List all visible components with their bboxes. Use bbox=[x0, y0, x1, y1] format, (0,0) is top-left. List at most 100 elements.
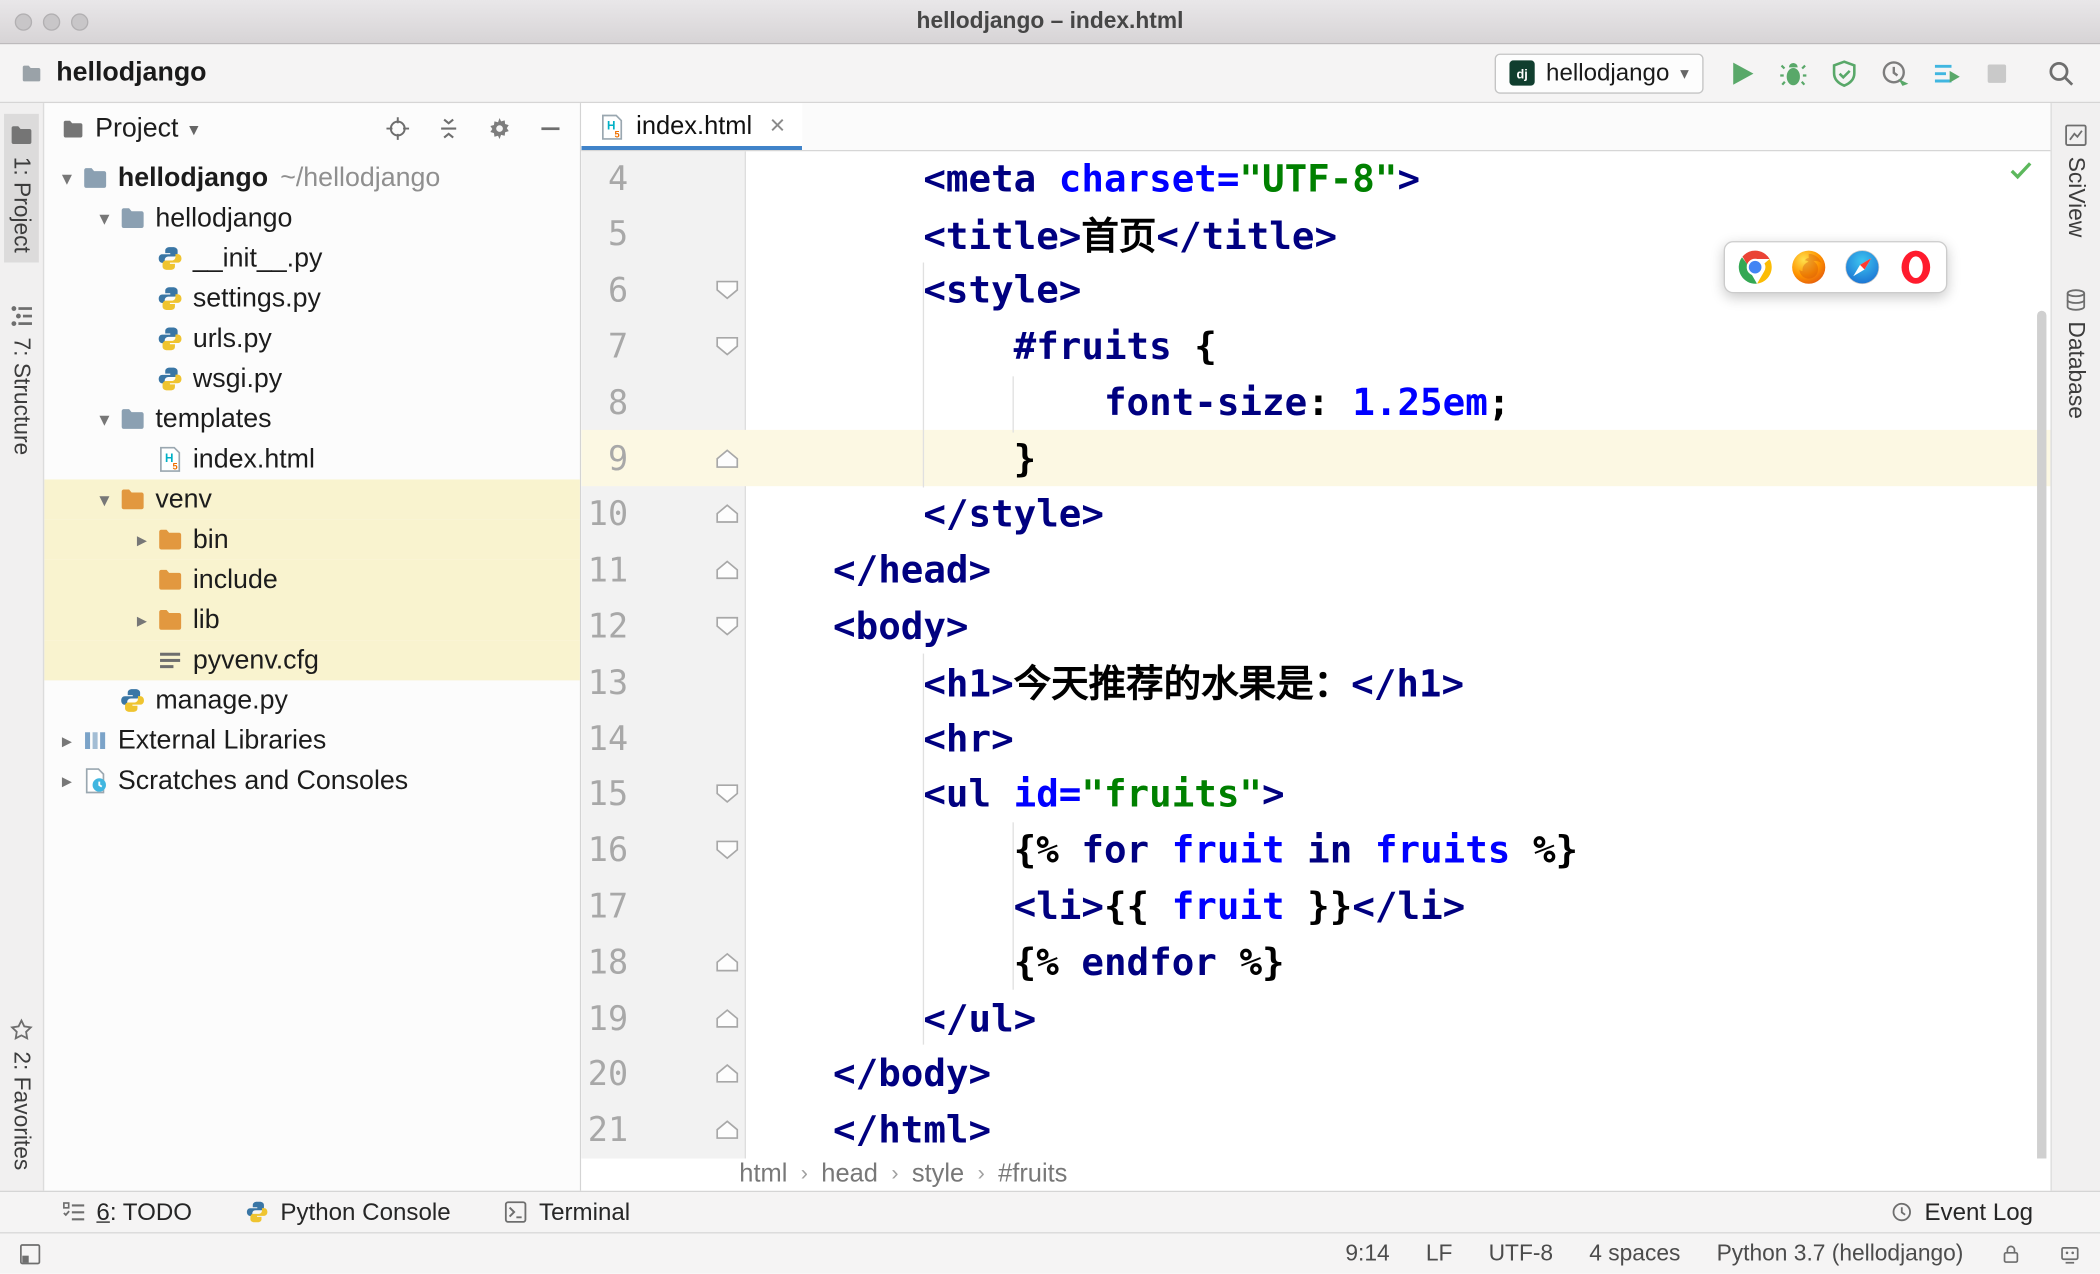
zoom-window-button[interactable] bbox=[70, 12, 89, 31]
toolwindow-button-1-project[interactable]: 1: Project bbox=[4, 113, 39, 263]
toolbar-project-name[interactable]: hellodjango bbox=[56, 58, 206, 89]
project-panel-title[interactable]: Project bbox=[95, 113, 178, 144]
stop-button[interactable] bbox=[1982, 58, 2011, 87]
fold-down-icon[interactable] bbox=[715, 784, 739, 804]
breadcrumb-fruits[interactable]: #fruits bbox=[998, 1160, 1067, 1189]
toolwindow-button-event-log[interactable]: Event Log bbox=[1890, 1198, 2033, 1226]
collapse-all-button[interactable] bbox=[437, 117, 461, 141]
opera-icon[interactable] bbox=[1898, 249, 1934, 285]
fold-up-icon[interactable] bbox=[715, 560, 739, 580]
minimize-window-button[interactable] bbox=[42, 12, 61, 31]
tree-item-urls-py[interactable]: urls.py bbox=[44, 319, 580, 359]
tree-item-index-html[interactable]: H 5 index.html bbox=[44, 439, 580, 479]
concurrency-button[interactable] bbox=[1931, 58, 1960, 87]
coverage-button[interactable] bbox=[1829, 58, 1858, 87]
toolwindow-button-database[interactable]: Database bbox=[2058, 279, 2093, 429]
fold-up-icon[interactable] bbox=[715, 504, 739, 524]
tree-item-hellodjango[interactable]: ▾ hellodjango bbox=[44, 198, 580, 238]
close-tab-icon[interactable]: × bbox=[770, 111, 786, 142]
code-line-17[interactable]: 17 <li>{{ fruit }}</li> bbox=[581, 878, 2050, 934]
code-editor[interactable]: 4 <meta charset="UTF-8"> 5 <title>首页</tit… bbox=[581, 151, 2051, 1159]
close-window-button[interactable] bbox=[14, 12, 33, 31]
toolwindow-button-terminal[interactable]: Terminal bbox=[504, 1198, 630, 1226]
breadcrumb-head[interactable]: head bbox=[821, 1160, 878, 1189]
chevron-down-icon[interactable]: ▾ bbox=[52, 166, 81, 190]
settings-button[interactable] bbox=[488, 117, 512, 141]
chevron-down-icon[interactable]: ▾ bbox=[90, 488, 119, 512]
code-line-9[interactable]: 9 } bbox=[581, 430, 2050, 486]
chevron-right-icon[interactable]: ▸ bbox=[52, 769, 81, 793]
toolwindow-toggle-icon[interactable] bbox=[19, 1242, 42, 1265]
code-line-19[interactable]: 19 </ul> bbox=[581, 990, 2050, 1046]
code-line-11[interactable]: 11 </head> bbox=[581, 542, 2050, 598]
debug-button[interactable] bbox=[1779, 58, 1808, 87]
run-button[interactable] bbox=[1728, 58, 1757, 87]
tree-item-scratches-and-consoles[interactable]: ▸ Scratches and Consoles bbox=[44, 761, 580, 801]
fold-up-icon[interactable] bbox=[715, 1120, 739, 1140]
status-utf-8[interactable]: UTF-8 bbox=[1489, 1240, 1554, 1267]
search-everywhere-icon[interactable] bbox=[2046, 58, 2075, 87]
chevron-down-icon[interactable]: ▾ bbox=[90, 407, 119, 431]
tree-item-pyvenv-cfg[interactable]: pyvenv.cfg bbox=[44, 640, 580, 681]
profiler-button[interactable] bbox=[1880, 58, 1909, 87]
code-line-12[interactable]: 12 <body> bbox=[581, 598, 2050, 654]
code-line-4[interactable]: 4 <meta charset="UTF-8"> bbox=[581, 151, 2050, 206]
tab-index-html[interactable]: H5 index.html × bbox=[581, 103, 803, 151]
chevron-right-icon[interactable]: ▸ bbox=[127, 528, 156, 552]
safari-icon[interactable] bbox=[1844, 249, 1880, 285]
inspections-ok-icon[interactable] bbox=[2008, 157, 2035, 184]
code-line-16[interactable]: 16 {% for fruit in fruits %} bbox=[581, 822, 2050, 878]
status-lf[interactable]: LF bbox=[1426, 1240, 1453, 1267]
fold-up-icon[interactable] bbox=[715, 1064, 739, 1084]
tree-item-lib[interactable]: ▸ lib bbox=[44, 600, 580, 641]
hector-icon[interactable] bbox=[2058, 1242, 2081, 1265]
editor-scrollbar[interactable] bbox=[2037, 310, 2047, 1159]
code-line-20[interactable]: 20 </body> bbox=[581, 1046, 2050, 1102]
code-line-8[interactable]: 8 font-size: 1.25em; bbox=[581, 374, 2050, 430]
tree-item-templates[interactable]: ▾ templates bbox=[44, 399, 580, 439]
firefox-icon[interactable] bbox=[1791, 249, 1827, 285]
toolwindow-button-7-structure[interactable]: 7: Structure bbox=[4, 294, 39, 464]
chevron-right-icon[interactable]: ▸ bbox=[52, 729, 81, 753]
status-python-3-7-hellodjango[interactable]: Python 3.7 (hellodjango) bbox=[1717, 1240, 1964, 1267]
breadcrumb-html[interactable]: html bbox=[739, 1160, 787, 1189]
toolwindow-button-python-console[interactable]: Python Console bbox=[246, 1198, 451, 1226]
lock-icon[interactable] bbox=[2000, 1242, 2023, 1265]
tree-item-hellodjango[interactable]: ▾ hellodjango ~/hellodjango bbox=[44, 158, 580, 198]
code-line-21[interactable]: 21 </html> bbox=[581, 1102, 2050, 1158]
status-9-14[interactable]: 9:14 bbox=[1345, 1240, 1389, 1267]
tree-item-settings-py[interactable]: settings.py bbox=[44, 279, 580, 319]
code-line-13[interactable]: 13 <h1>今天推荐的水果是：</h1> bbox=[581, 654, 2050, 710]
fold-up-icon[interactable] bbox=[715, 952, 739, 972]
fold-up-icon[interactable] bbox=[715, 448, 739, 468]
tree-item-include[interactable]: include bbox=[44, 559, 580, 601]
toolwindow-button-sciview[interactable]: SciView bbox=[2058, 114, 2093, 247]
status-4-spaces[interactable]: 4 spaces bbox=[1589, 1240, 1680, 1267]
tree-item-venv[interactable]: ▾ venv bbox=[44, 479, 580, 520]
tree-item-manage-py[interactable]: manage.py bbox=[44, 680, 580, 720]
code-line-18[interactable]: 18 {% endfor %} bbox=[581, 934, 2050, 990]
locate-file-button[interactable] bbox=[386, 117, 410, 141]
code-line-15[interactable]: 15 <ul id="fruits"> bbox=[581, 766, 2050, 822]
fold-down-icon[interactable] bbox=[715, 336, 739, 356]
tree-item-init-py[interactable]: __init__.py bbox=[44, 238, 580, 278]
tree-item-external-libraries[interactable]: ▸ External Libraries bbox=[44, 721, 580, 761]
toolwindow-button-2-favorites[interactable]: 2: Favorites bbox=[4, 1009, 39, 1180]
code-line-7[interactable]: 7 #fruits { bbox=[581, 318, 2050, 374]
code-line-14[interactable]: 14 <hr> bbox=[581, 710, 2050, 766]
run-configuration-select[interactable]: dj hellodjango ▾ bbox=[1495, 52, 1704, 94]
code-line-10[interactable]: 10 </style> bbox=[581, 486, 2050, 542]
chevron-down-icon[interactable]: ▾ bbox=[90, 206, 119, 231]
fold-down-icon[interactable] bbox=[715, 616, 739, 636]
chrome-icon[interactable] bbox=[1737, 249, 1773, 285]
tree-item-wsgi-py[interactable]: wsgi.py bbox=[44, 359, 580, 399]
chevron-down-icon[interactable]: ▾ bbox=[189, 117, 198, 140]
tree-item-bin[interactable]: ▸ bin bbox=[44, 519, 580, 560]
toolwindow-button-6-todo[interactable]: 6: TODO bbox=[62, 1198, 192, 1226]
fold-up-icon[interactable] bbox=[715, 1008, 739, 1028]
breadcrumb-style[interactable]: style bbox=[912, 1160, 964, 1189]
fold-down-icon[interactable] bbox=[715, 280, 739, 300]
fold-down-icon[interactable] bbox=[715, 840, 739, 860]
chevron-right-icon[interactable]: ▸ bbox=[127, 608, 156, 632]
hide-panel-button[interactable] bbox=[538, 117, 562, 141]
